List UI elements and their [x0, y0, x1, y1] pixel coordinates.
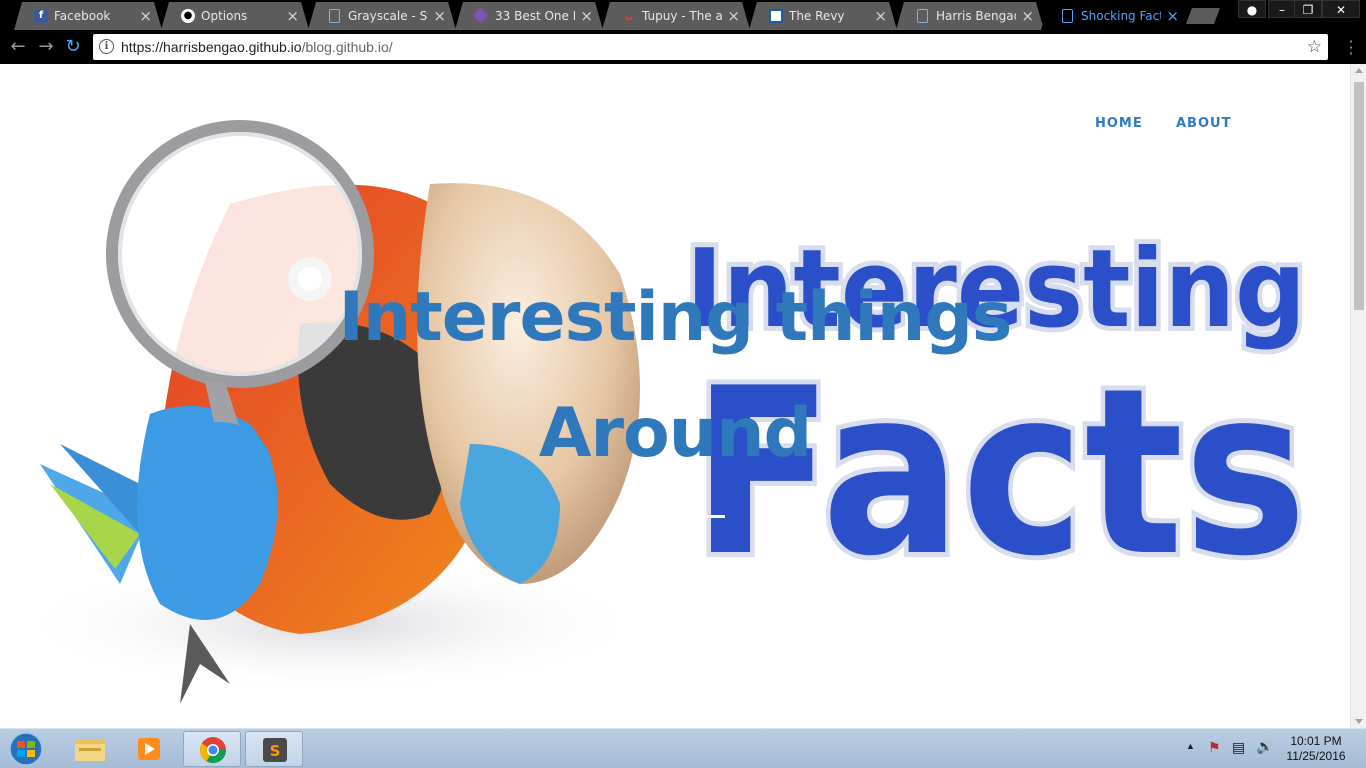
clock-time: 10:01 PM [1290, 734, 1342, 748]
tab-title: Tupuy - The audi [642, 9, 722, 23]
browser-toolbar: ← → ↻ i https://harrisbengao.github.io/b… [0, 30, 1366, 64]
tab-options[interactable]: ● Options × [161, 2, 309, 30]
tab-title: Harris Bengao [936, 9, 1016, 23]
tab-grayscale[interactable]: Grayscale - Start × [308, 2, 456, 30]
tab-harris-bengao[interactable]: Harris Bengao × [896, 2, 1044, 30]
media-player-icon [138, 738, 160, 760]
folder-icon [75, 739, 105, 761]
close-tab-icon[interactable]: × [874, 2, 887, 30]
headline-divider [689, 515, 725, 518]
close-tab-icon[interactable]: × [727, 2, 740, 30]
taskbar-clock[interactable]: 10:01 PM 11/25/2016 [1276, 734, 1356, 764]
profile-icon[interactable]: ● [1238, 0, 1266, 18]
nav-home-link[interactable]: HOME [1095, 116, 1143, 131]
taskbar-file-explorer[interactable] [60, 731, 118, 767]
url-host: https://harrisbengao.github.io [121, 39, 302, 55]
taskbar-chrome[interactable] [183, 731, 241, 767]
tab-title: Facebook [54, 9, 111, 23]
github-icon: ● [181, 9, 195, 23]
close-tab-icon[interactable]: × [139, 2, 152, 30]
clock-date: 11/25/2016 [1286, 749, 1346, 763]
close-tab-icon[interactable]: × [1021, 2, 1034, 30]
taskbar-sublime-text[interactable]: S [245, 731, 303, 767]
tab-title: Grayscale - Start [348, 9, 428, 23]
page-icon [1062, 9, 1073, 23]
page-viewport: Interesting Facts HOME ABOUT Interesting… [0, 64, 1350, 728]
svg-text:S: S [270, 742, 281, 760]
tab-facebook[interactable]: f Facebook × [14, 2, 162, 30]
close-tab-icon[interactable]: × [286, 2, 299, 30]
scroll-up-icon[interactable] [1355, 68, 1363, 73]
sublime-text-icon: S [263, 738, 287, 762]
site-info-icon[interactable]: i [99, 39, 114, 54]
reload-icon[interactable]: ↻ [63, 37, 83, 57]
scrollbar-thumb[interactable] [1354, 82, 1364, 310]
tab-title: 33 Best One Page [495, 9, 569, 23]
page-icon [917, 9, 928, 23]
tab-strip: f Facebook × ● Options × Grayscale - Sta… [0, 0, 1366, 30]
forward-icon[interactable]: → [36, 37, 56, 57]
taskbar-media-player[interactable] [120, 731, 178, 767]
revy-icon [769, 9, 783, 23]
url-path: /blog.github.io/ [301, 39, 393, 55]
page-headline: Interesting things Around [300, 260, 1050, 492]
back-icon[interactable]: ← [8, 37, 28, 57]
close-tab-icon[interactable]: × [1166, 2, 1179, 30]
tab-title: The Revy [789, 9, 845, 23]
headline-line-1: Interesting things [338, 278, 1013, 357]
new-tab-button[interactable] [1186, 8, 1220, 24]
chrome-icon [199, 737, 227, 764]
network-icon[interactable]: ▤ [1232, 739, 1245, 756]
headline-line-2: Around [538, 394, 812, 473]
facebook-icon: f [34, 9, 48, 23]
start-button-icon[interactable] [6, 731, 46, 767]
bookmark-star-icon[interactable]: ☆ [1307, 34, 1322, 60]
close-tab-icon[interactable]: × [433, 2, 446, 30]
tab-title: Shocking Facts [1081, 9, 1160, 23]
tab-the-revy[interactable]: The Revy × [749, 2, 897, 30]
page-icon [329, 9, 340, 23]
nav-about-link[interactable]: ABOUT [1176, 116, 1231, 131]
tab-shocking-facts[interactable]: Shocking Facts × [1041, 2, 1189, 30]
tab-title: Options [201, 9, 248, 23]
scroll-down-icon[interactable] [1355, 719, 1363, 724]
purple-logo-icon [473, 8, 489, 24]
restore-icon[interactable]: ❐ [1294, 0, 1322, 18]
address-bar[interactable]: i https://harrisbengao.github.io/blog.gi… [93, 34, 1328, 60]
action-center-icon[interactable]: ⚑ [1208, 739, 1221, 756]
volume-icon[interactable]: 🔊 [1256, 738, 1273, 755]
red-logo-icon: ᴗ [624, 9, 634, 23]
close-window-icon[interactable]: ✕ [1322, 0, 1360, 18]
tab-33-best-one-page[interactable]: 33 Best One Page × [455, 2, 603, 30]
tray-overflow-icon[interactable]: ▲ [1186, 741, 1195, 751]
windows-taskbar: S ▲ ⚑ ▤ 🔊 10:01 PM 11/25/2016 [0, 728, 1366, 768]
url-text[interactable]: https://harrisbengao.github.io/blog.gith… [121, 34, 393, 60]
browser-menu-icon[interactable]: · · · [1343, 34, 1359, 62]
tab-tupuy[interactable]: ᴗ Tupuy - The audi × [602, 2, 750, 30]
page-scrollbar[interactable] [1350, 64, 1366, 728]
minimize-icon[interactable]: – [1268, 0, 1296, 18]
close-tab-icon[interactable]: × [580, 2, 593, 30]
